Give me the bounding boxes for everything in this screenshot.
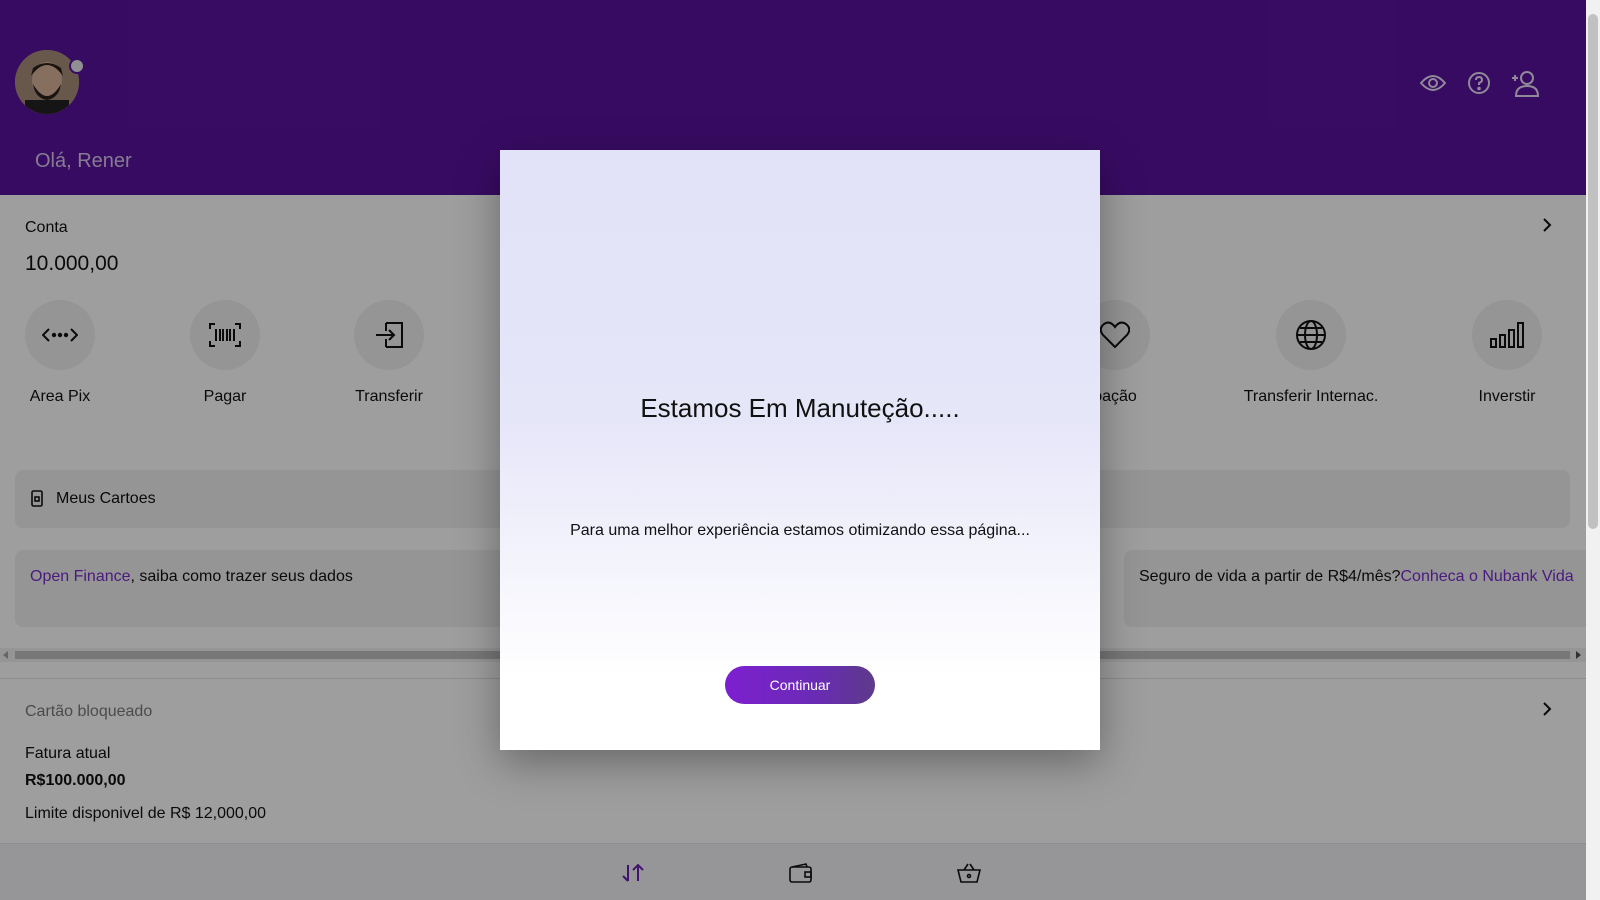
vertical-scrollbar[interactable] <box>1586 0 1600 900</box>
maintenance-dialog: Estamos Em Manuteção..... Para uma melho… <box>500 150 1100 750</box>
dialog-message: Para uma melhor experiência estamos otim… <box>570 522 1030 539</box>
dialog-title: Estamos Em Manuteção..... <box>640 393 960 423</box>
continue-button[interactable]: Continuar <box>725 666 875 704</box>
scrollbar-thumb[interactable] <box>1588 14 1598 529</box>
